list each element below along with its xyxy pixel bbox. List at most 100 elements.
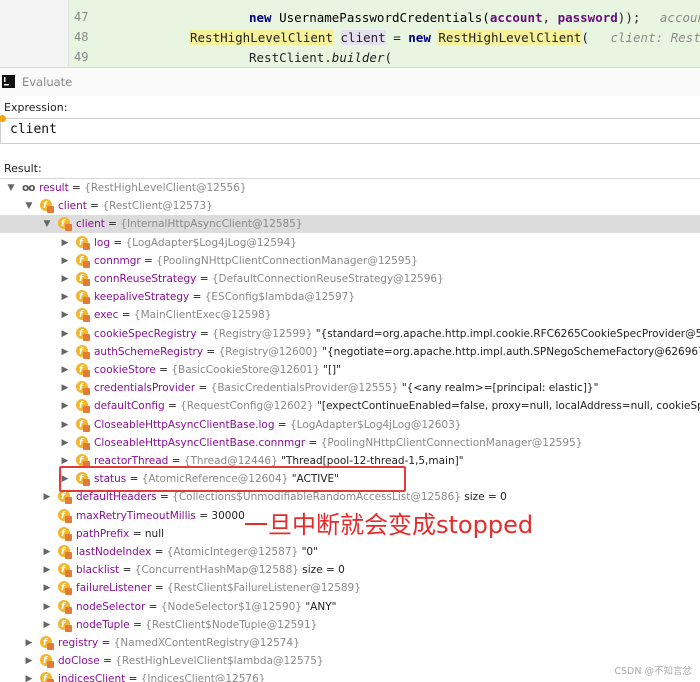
field-name: pathPrefix (76, 527, 130, 540)
status-highlight-box (59, 466, 406, 492)
expression-value[interactable]: client (10, 122, 57, 137)
chevron-right-icon[interactable]: ▶ (60, 361, 70, 379)
chevron-right-icon[interactable]: ▶ (24, 634, 34, 652)
result-tree[interactable]: ▼ oo result = {RestHighLevelClient@12556} … (0, 178, 700, 682)
tree-row[interactable]: ▶ f indicesClient = {IndicesClient@12576} (0, 670, 700, 682)
tree-row[interactable]: ▶ f connmgr = {PoolingNHttpClientConnectio… (0, 252, 700, 270)
equals-sign: = (104, 218, 121, 231)
field-icon: f (58, 217, 72, 232)
field-value: "[expectContinueEnabled=false, proxy=nul… (317, 400, 700, 413)
tree-row[interactable]: ▶ f credentialsProvider = {BasicCredential… (0, 379, 700, 397)
chevron-right-icon[interactable]: ▶ (60, 270, 70, 288)
field-name: lastNodeIndex (76, 546, 152, 558)
code-text: ( (581, 30, 589, 45)
field-name: client (76, 218, 105, 231)
field-icon: f (76, 381, 90, 396)
tree-row[interactable]: ▼ f client = {InternalHttpAsyncClient@1258… (0, 215, 700, 234)
code-method: builder (331, 50, 385, 65)
chevron-right-icon[interactable]: ▶ (42, 616, 52, 634)
tree-row[interactable]: ▶ f CloseableHttpAsyncClientBase.log = {Lo… (0, 416, 700, 434)
line-number: 47 (74, 10, 89, 24)
editor-gutter (0, 0, 69, 67)
field-name: exec (94, 309, 119, 322)
chevron-right-icon[interactable]: ▶ (24, 652, 34, 670)
chevron-right-icon[interactable]: ▶ (60, 252, 70, 270)
chevron-right-icon[interactable]: ▶ (42, 543, 52, 561)
chevron-right-icon[interactable]: ▶ (60, 397, 70, 415)
tree-row[interactable]: ▶ f lastNodeIndex = {AtomicInteger@12587} … (0, 543, 700, 561)
chevron-right-icon[interactable]: ▶ (24, 670, 34, 682)
expression-label: Expression: (4, 101, 68, 114)
tree-row[interactable]: ▶ f nodeSelector = {NodeSelector$1@12590} … (0, 598, 700, 616)
field-name: failureListener (76, 582, 152, 595)
chevron-right-icon[interactable]: ▶ (60, 434, 70, 452)
field-icon: f (76, 435, 90, 450)
tree-row[interactable]: ▶ f failureListener = {RestClient$FailureL… (0, 579, 700, 597)
code-text: )); (617, 10, 641, 25)
chevron-right-icon[interactable]: ▶ (60, 234, 70, 252)
chevron-right-icon[interactable]: ▶ (60, 306, 70, 324)
equals-sign: = (110, 236, 126, 249)
field-name: nodeTuple (76, 618, 130, 631)
tree-row-text: registry = {NamedXContentRegistry@12574} (58, 634, 300, 652)
field-icon: f (58, 599, 72, 614)
field-value: "ANY" (305, 600, 337, 613)
tree-row[interactable]: ▶ f blacklist = {ConcurrentHashMap@12588} … (0, 561, 700, 579)
expression-input[interactable]: client (0, 115, 700, 144)
chevron-down-icon[interactable]: ▼ (42, 215, 52, 233)
chevron-right-icon[interactable]: ▶ (60, 288, 70, 306)
tree-row[interactable]: ▶ f nodeTuple = {RestClient$NodeTuple@1259… (0, 616, 700, 634)
code-type: RestHighLevelClient (190, 30, 333, 45)
watermark: CSDN @不知言忿 (614, 666, 692, 677)
tree-row[interactable]: ▶ f keepaliveStrategy = {ESConfig$lambda@1… (0, 288, 700, 306)
tree-row[interactable]: ▶ f log = {LogAdapter$Log4jLog@12594} (0, 234, 700, 252)
field-icon: f (76, 417, 90, 432)
field-icon: f (58, 545, 72, 559)
chevron-right-icon[interactable]: ▶ (60, 416, 70, 434)
chevron-down-icon[interactable]: ▼ (6, 179, 16, 197)
tree-row[interactable]: ▶ f cookieStore = {BasicCookieStore@12601}… (0, 361, 700, 379)
tree-row[interactable]: ▼ oo result = {RestHighLevelClient@12556} (0, 179, 700, 197)
field-icon: f (58, 508, 72, 523)
tree-row[interactable]: ▶ f doClose = {RestHighLevelClient$lambda@… (0, 652, 700, 670)
tree-row[interactable]: ▼ f client = {RestClient@12573} (0, 197, 700, 215)
equals-sign: = (145, 600, 161, 613)
chevron-right-icon[interactable]: ▶ (42, 598, 52, 616)
chevron-right-icon[interactable]: ▶ (42, 488, 52, 506)
intellij-app-icon (2, 75, 15, 88)
tree-row[interactable]: ▶ f exec = {MainClientExec@12598} (0, 306, 700, 324)
tree-row[interactable]: ▶ f connReuseStrategy = {DefaultConnection… (0, 270, 700, 288)
tree-row-text: lastNodeIndex = {AtomicInteger@12587} "0… (76, 543, 318, 561)
chevron-right-icon[interactable]: ▶ (42, 579, 52, 597)
equals-sign: = (151, 546, 167, 558)
field-icon: f (76, 363, 90, 377)
field-type-ref: {Registry@12599} (212, 327, 316, 340)
tree-row[interactable]: ▶ f CloseableHttpAsyncClientBase.connmgr =… (0, 434, 700, 452)
tree-row[interactable]: ▶ f authSchemeRegistry = {Registry@12600} … (0, 343, 700, 361)
field-type-ref: {PoolingNHttpClientConnectionManager@125… (156, 254, 418, 267)
chevron-right-icon[interactable]: ▶ (60, 325, 70, 343)
field-icon: f (76, 235, 90, 250)
tree-row-text: client = {InternalHttpAsyncClient@12585} (76, 215, 303, 233)
field-name: doClose (58, 655, 100, 668)
chevron-right-icon[interactable]: ▶ (42, 561, 52, 579)
chevron-right-icon[interactable]: ▶ (60, 379, 70, 397)
chevron-down-icon[interactable]: ▼ (24, 197, 34, 215)
tree-row-text: nodeSelector = {NodeSelector$1@12590} "A… (76, 598, 336, 616)
evaluate-titlebar[interactable]: Evaluate (0, 67, 700, 96)
field-icon: f (40, 636, 54, 650)
result-label: Result: (4, 162, 42, 175)
equals-sign: = (129, 527, 145, 540)
field-icon: f (76, 344, 90, 359)
field-name: CloseableHttpAsyncClientBase.connmgr (94, 436, 306, 449)
field-type-ref: {Collections$UnmodifiableRandomAccessLis… (172, 491, 465, 504)
tree-row-text: log = {LogAdapter$Log4jLog@12594} (94, 234, 297, 252)
field-type-ref: {RestClient$FailureListener@12589} (166, 582, 361, 595)
field-icon: f (58, 490, 72, 505)
equals-sign: = (151, 582, 167, 595)
chevron-right-icon[interactable]: ▶ (60, 343, 70, 361)
equals-sign: = (164, 400, 181, 413)
tree-row[interactable]: ▶ f defaultConfig = {RequestConfig@12602} … (0, 397, 700, 415)
tree-row[interactable]: ▶ f registry = {NamedXContentRegistry@1257… (0, 634, 700, 652)
tree-row[interactable]: ▶ f cookieSpecRegistry = {Registry@12599} … (0, 325, 700, 343)
